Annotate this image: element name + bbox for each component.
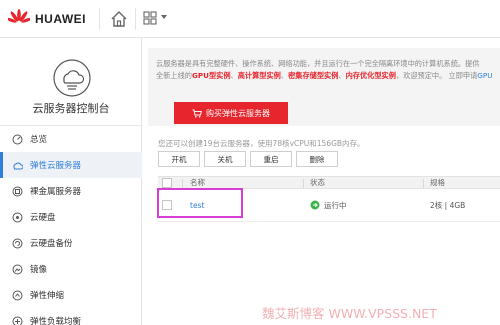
divider [135,8,136,30]
buy-ecs-label: 购买弹性云服务器 [206,108,270,118]
brand-name: HUAWEI [35,12,86,26]
promo-separator: 、 [230,71,238,80]
action-toolbar: 开机 关机 重启 删除 [158,151,338,167]
promo-separator: 、 [338,71,346,80]
table-row[interactable]: test 运行中 2核 | 4GB [158,189,500,222]
promo-separator: 、 [280,71,289,80]
apply-link[interactable]: GPU [477,71,492,80]
sidebar-item-autoscaling[interactable]: 弹性伸缩 [0,282,142,308]
delete-button[interactable]: 删除 [296,151,338,167]
column-header-spec[interactable]: 规格 [430,177,500,188]
select-all-checkbox[interactable] [162,177,172,188]
column-header-status[interactable]: 状态 [310,177,420,188]
sidebar-item-label: 总览 [30,135,48,145]
chevron-down-icon[interactable] [161,15,167,19]
promo-link-memory[interactable]: 内存优化型实例 [346,71,396,80]
table-header: 名称 状态 规格 [158,176,500,189]
cart-icon [192,109,202,118]
quota-text: 您还可以创建19台云服务器，使用78核vCPU和156GB内存。 [158,139,365,148]
sidebar-item-label: 弹性负载均衡 [30,317,82,325]
status-cell: 运行中 [310,189,420,221]
apps-grid-icon[interactable] [143,11,157,25]
ecs-icon [13,162,23,169]
intro-banner: 云服务器是具有完整硬件、操作系统、网络功能，并且运行在一个完全隔离环境中的计算机… [148,48,500,126]
server-table: 名称 状态 规格 test 运行中 2核 | 4GB [158,176,500,222]
main-content: 云服务器是具有完整硬件、操作系统、网络功能，并且运行在一个完全隔离环境中的计算机… [143,38,500,325]
sidebar-item-disk[interactable]: 云硬盘 [0,204,142,230]
sidebar-item-label: 弹性伸缩 [30,291,65,301]
disk-backup-icon [12,238,23,248]
running-status-icon [310,200,320,210]
select-all-cell [162,177,176,188]
autoscaling-icon [12,290,23,300]
row-select-cell [162,189,176,221]
overview-icon [12,134,23,144]
image-icon [12,264,23,274]
bms-icon [12,186,23,196]
row-checkbox[interactable] [162,200,172,210]
sidebar-item-elb[interactable]: 弹性负载均衡 [0,308,142,325]
sidebar: 云服务器控制台 总览 弹性云服务器 裸金属服务器 云硬盘 云硬盘备份 镜像 弹性… [0,38,142,325]
sidebar-item-image[interactable]: 镜像 [0,256,142,282]
divider [99,8,100,30]
elb-icon [12,316,23,325]
home-icon[interactable] [109,9,129,29]
cloud-console-icon [53,59,91,97]
buy-ecs-button[interactable]: 购买弹性云服务器 [174,102,288,124]
sidebar-item-label: 裸金属服务器 [30,187,82,197]
promo-text: ，欢迎预定中。 立即申请 [395,71,478,80]
status-text: 运行中 [324,200,347,210]
banner-promo: 全新上线的GPU型实例、高计算型实例、密集存储型实例、内存优化型实例，欢迎预定中… [156,71,492,81]
start-button[interactable]: 开机 [158,151,200,167]
restart-button[interactable]: 重启 [250,151,292,167]
name-cell: test [190,189,300,221]
disk-icon [12,212,23,222]
spec-text: 2核 | 4GB [430,200,466,210]
sidebar-item-overview[interactable]: 总览 [0,126,142,152]
promo-text: 全新上线的 [156,71,192,80]
stop-button[interactable]: 关机 [204,151,246,167]
sidebar-item-bms[interactable]: 裸金属服务器 [0,178,142,204]
top-bar: HUAWEI [0,0,500,38]
sidebar-item-label: 云硬盘 [30,213,56,223]
column-divider [423,179,424,188]
console-title: 云服务器控制台 [32,102,110,115]
sidebar-item-label: 云硬盘备份 [30,239,73,249]
sidebar-item-disk-backup[interactable]: 云硬盘备份 [0,230,142,256]
sidebar-item-label: 弹性云服务器 [30,161,82,171]
watermark-text: 魏艾斯博客 WWW.VPSSS.NET [262,306,437,321]
banner-description: 云服务器是具有完整硬件、操作系统、网络功能，并且运行在一个完全隔离环境中的计算机… [156,59,480,68]
spec-cell: 2核 | 4GB [430,189,500,221]
server-name-link[interactable]: test [190,201,204,210]
column-header-name[interactable]: 名称 [190,177,300,188]
column-divider [303,179,304,188]
promo-link-gpu[interactable]: GPU型实例 [192,71,231,80]
promo-link-compute[interactable]: 高计算型实例 [238,71,281,80]
column-divider [182,179,183,188]
sidebar-nav: 总览 弹性云服务器 裸金属服务器 云硬盘 云硬盘备份 镜像 弹性伸缩 弹性负载均… [0,126,142,325]
promo-link-storage[interactable]: 密集存储型实例 [288,71,338,80]
huawei-logo-icon[interactable] [8,9,30,29]
sidebar-item-label: 镜像 [30,265,48,275]
sidebar-item-ecs[interactable]: 弹性云服务器 [0,152,142,178]
